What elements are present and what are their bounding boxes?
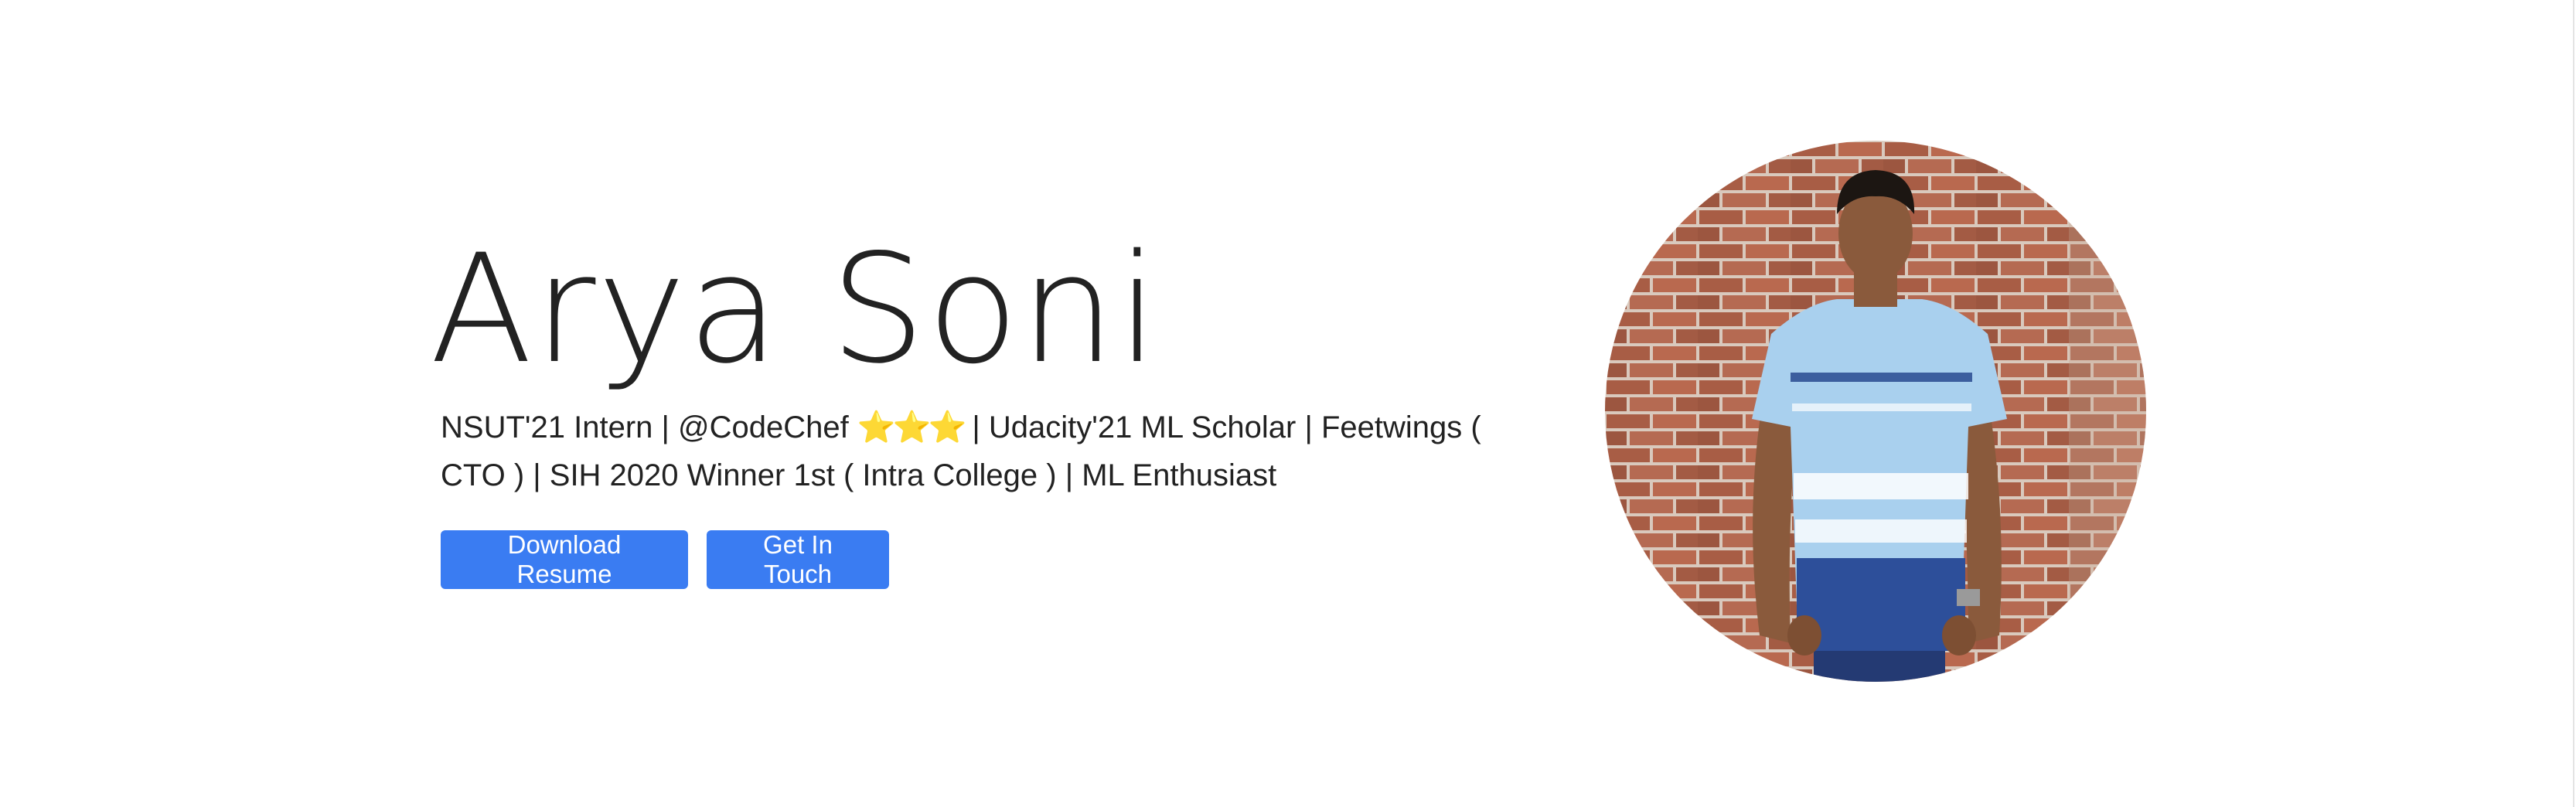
profile-photo	[1605, 141, 2146, 682]
get-in-touch-button[interactable]: Get In Touch	[707, 530, 889, 589]
page: Arya Soni NSUT'21 Intern | @CodeChef ⭐⭐⭐…	[0, 0, 2576, 807]
scrollbar-edge	[2573, 0, 2574, 807]
hero-tagline: NSUT'21 Intern | @CodeChef ⭐⭐⭐ | Udacity…	[441, 404, 1554, 499]
hero-name: Arya Soni	[430, 222, 1160, 397]
tagline-text-start: NSUT'21 Intern | @CodeChef	[441, 410, 857, 444]
star-icons: ⭐⭐⭐	[857, 410, 966, 444]
hero-intro: Arya Soni NSUT'21 Intern | @CodeChef ⭐⭐⭐…	[430, 232, 1543, 589]
hero-actions: Download Resume Get In Touch	[441, 530, 1543, 589]
download-resume-button[interactable]: Download Resume	[441, 530, 688, 589]
